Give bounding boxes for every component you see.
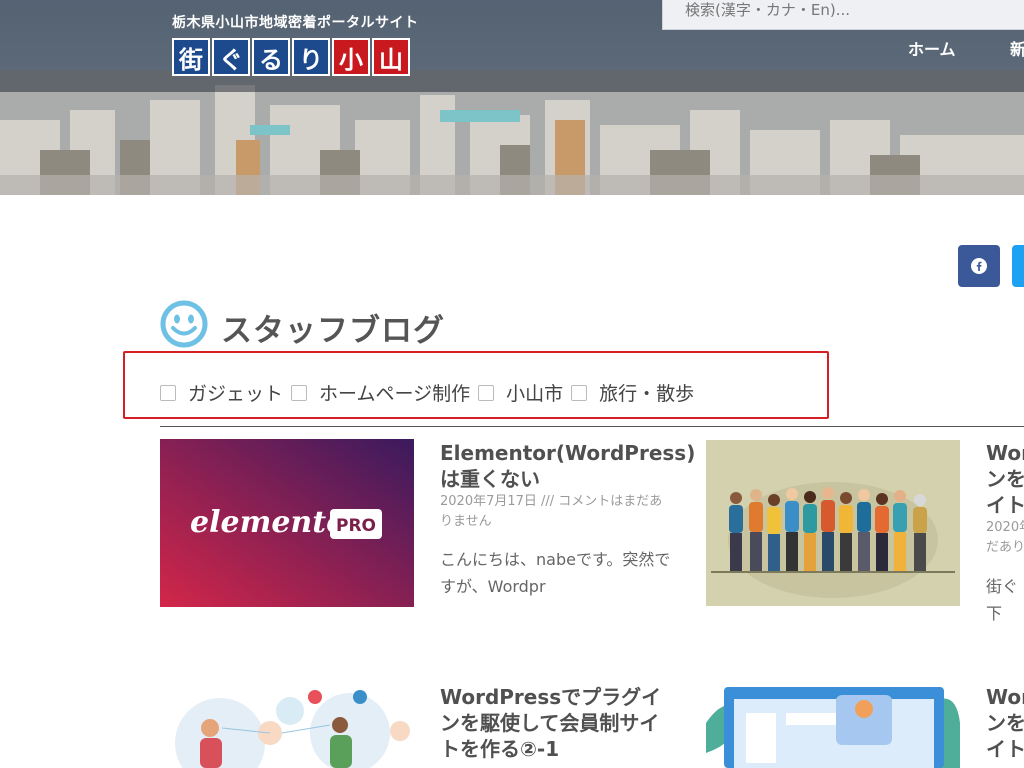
post-meta: 2020年7月17日 /// コメントはまだありません: [440, 494, 663, 529]
logo-char: 小: [332, 38, 370, 76]
smiley-icon: [160, 300, 208, 348]
post-meta: 2020年 だあり: [986, 520, 1024, 555]
site-header: 栃木県小山市地域密着ポータルサイト 街 ぐ る り 小 山 検索(漢字・カナ・E…: [0, 0, 1024, 195]
logo-char: り: [292, 38, 330, 76]
social-network-illustration: [160, 683, 414, 768]
logo-char: ぐ: [212, 38, 250, 76]
filter-label: ガジェット: [188, 383, 284, 405]
logo-char: 街: [172, 38, 210, 76]
filter-travel-walk[interactable]: 旅行・散歩: [571, 379, 694, 406]
facebook-share-button[interactable]: [958, 245, 1000, 287]
people-group-illustration: [706, 440, 960, 606]
facebook-icon: [971, 258, 987, 274]
post-thumbnail[interactable]: elementor PRO: [160, 439, 414, 607]
filter-label: 小山市: [506, 383, 564, 405]
nav-link-next[interactable]: 新: [1010, 36, 1024, 60]
post-title[interactable]: Wor ンを イト: [986, 440, 1024, 518]
site-tagline: 栃木県小山市地域密着ポータルサイト: [172, 15, 419, 31]
post-excerpt: こんにちは、nabeです。突然ですが、Wordpr: [440, 550, 671, 596]
pro-badge: PRO: [336, 516, 376, 536]
website-builder-illustration: [706, 683, 960, 768]
post-thumbnail[interactable]: [706, 440, 960, 608]
filter-gadget[interactable]: ガジェット: [160, 379, 283, 406]
filter-checkbox[interactable]: [478, 384, 495, 401]
filter-oyama-city[interactable]: 小山市: [478, 379, 563, 406]
post-title[interactable]: Elementor(WordPress)は重くない: [440, 440, 695, 492]
filter-checkbox[interactable]: [571, 384, 588, 401]
filter-label: ホームページ制作: [319, 383, 471, 405]
elementor-pro-image: elementor PRO: [160, 439, 414, 607]
filter-label: 旅行・散歩: [599, 383, 695, 405]
site-logo[interactable]: 街 ぐ る り 小 山: [172, 38, 412, 76]
logo-char: る: [252, 38, 290, 76]
category-filters: ガジェット ホームページ制作 小山市 旅行・散歩: [160, 379, 702, 406]
section-divider: [160, 426, 1024, 427]
page-title: スタッフブログ: [221, 313, 445, 349]
twitter-share-button[interactable]: [1012, 245, 1024, 287]
post-title[interactable]: Wor ンを イト: [986, 684, 1024, 762]
filter-checkbox[interactable]: [291, 384, 308, 401]
filter-checkbox[interactable]: [160, 384, 176, 401]
search-input[interactable]: 検索(漢字・カナ・En)...: [662, 0, 1024, 30]
post-excerpt: 街ぐ 以下: [986, 577, 1024, 623]
logo-char: 山: [372, 38, 410, 76]
nav-link-home[interactable]: ホーム: [908, 36, 956, 60]
post-thumbnail[interactable]: [706, 683, 960, 768]
post-thumbnail[interactable]: [160, 683, 414, 768]
filter-homepage-production[interactable]: ホームページ制作: [291, 379, 470, 406]
post-title[interactable]: WordPressでプラグインを駆使して会員制サイトを作る②-1: [440, 684, 676, 762]
